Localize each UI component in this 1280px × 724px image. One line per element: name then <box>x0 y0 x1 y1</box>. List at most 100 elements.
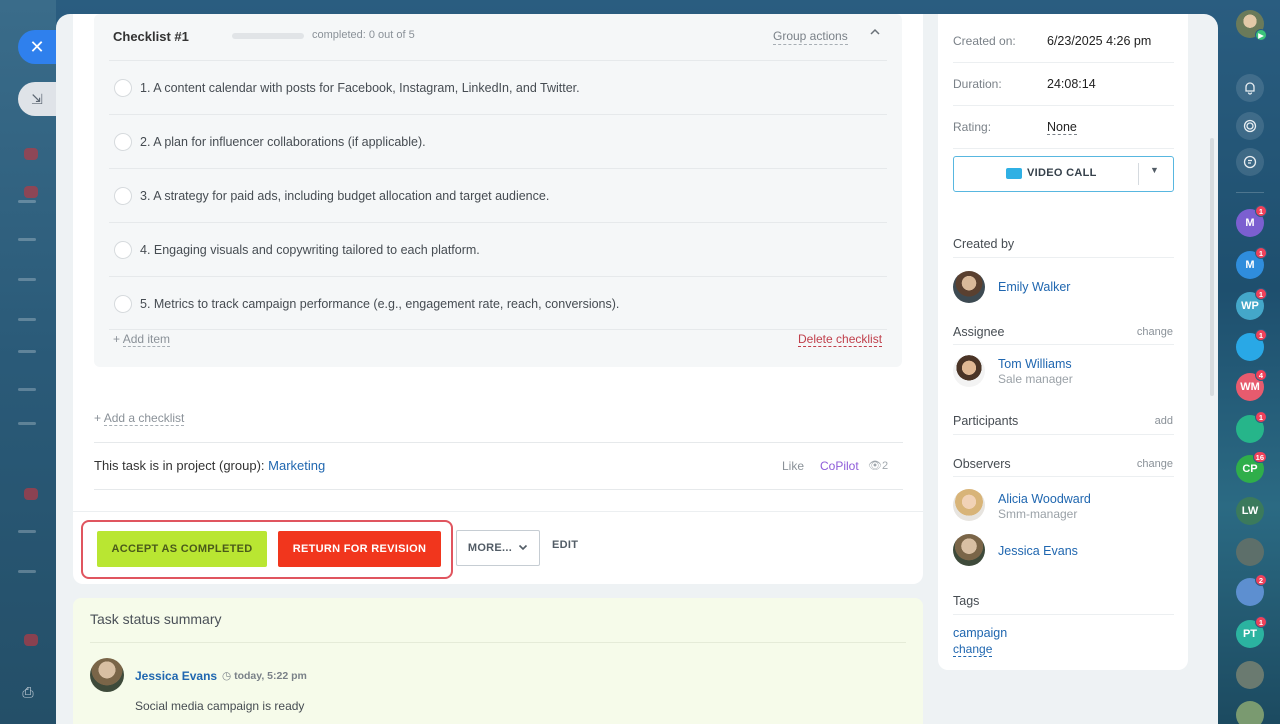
checklist-item-text[interactable]: 4. Engaging visuals and copywriting tail… <box>140 243 480 257</box>
printer-icon[interactable]: ⎙ <box>18 684 38 704</box>
checklist-item-text[interactable]: 1. A content calendar with posts for Fac… <box>140 81 580 95</box>
unread-badge: 1 <box>1255 247 1267 259</box>
checklist-item: 4. Engaging visuals and copywriting tail… <box>109 222 887 276</box>
checklist-item: 1. A content calendar with posts for Fac… <box>109 60 887 114</box>
unread-badge: 1 <box>1255 411 1267 423</box>
rail-chat-avatar[interactable] <box>1236 701 1264 724</box>
chat-icon[interactable] <box>1236 148 1264 176</box>
observer-role: Smm-manager <box>998 507 1078 521</box>
checklist-item-text[interactable]: 2. A plan for influencer collaborations … <box>140 135 426 149</box>
rail-chat-avatar[interactable]: 1 <box>1236 329 1267 361</box>
add-item-link[interactable]: + Add item <box>113 332 171 347</box>
tags-title: Tags <box>953 594 980 608</box>
rail-chat-avatar[interactable]: CP 16 <box>1236 451 1267 483</box>
chevron-down-icon[interactable]: ▼ <box>1150 165 1159 175</box>
divider <box>90 642 906 643</box>
checklist-item-checkbox[interactable] <box>114 187 132 205</box>
created-by-name[interactable]: Emily Walker <box>998 280 1070 294</box>
observers-change-link[interactable]: change <box>1137 458 1173 470</box>
delete-checklist-link[interactable]: Delete checklist <box>798 332 883 347</box>
video-call-label: VIDEO CALL <box>1027 167 1097 179</box>
rail-chat-initials: CP <box>1242 463 1258 475</box>
edit-button[interactable]: EDIT <box>552 539 578 551</box>
observer-name[interactable]: Jessica Evans <box>998 544 1078 558</box>
task-sidebar: Created on: 6/23/2025 4:26 pm Duration: … <box>938 14 1188 670</box>
rating-value[interactable]: None <box>1047 120 1077 135</box>
add-checklist-label: Add a checklist <box>103 411 185 426</box>
accept-as-completed-button[interactable]: ACCEPT AS COMPLETED <box>97 531 267 567</box>
rail-chat-avatar[interactable]: 2 <box>1236 574 1267 606</box>
add-checklist-link[interactable]: + Add a checklist <box>94 411 185 426</box>
tag-campaign[interactable]: campaign <box>953 626 1007 640</box>
tags-change-link[interactable]: change <box>953 642 993 657</box>
avatar[interactable] <box>953 489 985 521</box>
rail-chat-initials: WP <box>1241 300 1259 312</box>
more-label: MORE... <box>467 542 513 554</box>
rail-chat-initials: M <box>1245 259 1255 271</box>
strip-bar <box>18 530 36 533</box>
copilot-link[interactable]: CoPilot <box>820 459 859 473</box>
summary-author[interactable]: Jessica Evans <box>135 669 217 683</box>
checklist-item-checkbox[interactable] <box>114 79 132 97</box>
strip-bar <box>18 278 36 281</box>
created-on-label: Created on: <box>953 34 1016 48</box>
observer-name[interactable]: Alicia Woodward <box>998 492 1091 506</box>
avatar[interactable] <box>90 658 124 692</box>
video-call-button[interactable]: VIDEO CALL ▼ <box>953 156 1174 192</box>
rating-row: Rating: None <box>953 106 1174 149</box>
checklist-item-checkbox[interactable] <box>114 133 132 151</box>
rail-chat-avatar[interactable]: 1 <box>1236 411 1267 443</box>
checklist-progress-text: completed: 0 out of 5 <box>312 29 415 41</box>
rail-chat-avatar[interactable]: M1 <box>1236 205 1267 237</box>
return-for-revision-button[interactable]: RETURN FOR REVISION <box>278 531 441 567</box>
project-link[interactable]: Marketing <box>268 458 325 473</box>
checklist-item-text[interactable]: 5. Metrics to track campaign performance… <box>140 297 619 311</box>
play-icon: ▶ <box>1255 29 1267 41</box>
summary-text: Social media campaign is ready <box>135 699 305 713</box>
rail-chat-avatar[interactable] <box>1236 538 1264 566</box>
views-value: 2 <box>881 460 889 472</box>
strip-badge <box>24 634 38 646</box>
checklist-item-checkbox[interactable] <box>114 241 132 259</box>
rail-chat-avatar[interactable]: PT 1 <box>1236 616 1267 648</box>
strip-badge <box>24 148 38 160</box>
avatar[interactable] <box>953 534 985 566</box>
observers-title: Observers <box>953 457 1011 471</box>
close-icon[interactable]: ✕ <box>18 30 56 64</box>
assignee-title: Assignee <box>953 325 1005 339</box>
views-count: 👁2 <box>868 459 888 472</box>
chevron-down-icon <box>518 542 528 555</box>
like-link[interactable]: Like <box>782 459 804 473</box>
user-avatar[interactable]: ▶ <box>1236 10 1267 41</box>
checklist-item-text[interactable]: 3. A strategy for paid ads, including bu… <box>140 189 549 203</box>
chevron-up-icon[interactable] <box>869 26 883 40</box>
checklist-progress-bar <box>232 33 304 39</box>
minimize-icon[interactable]: ⇲ <box>18 82 56 116</box>
assignee-change-link[interactable]: change <box>1137 326 1173 338</box>
bell-icon[interactable] <box>1236 74 1264 102</box>
group-actions-link[interactable]: Group actions <box>773 29 848 45</box>
duration-row: Duration: 24:08:14 <box>953 63 1174 106</box>
rail-chat-avatar[interactable]: LW <box>1236 497 1264 525</box>
task-sheet: Checklist #1 completed: 0 out of 5 Group… <box>56 14 1218 724</box>
project-line: This task is in project (group): Marketi… <box>94 458 325 473</box>
rail-chat-avatar[interactable]: WP 1 <box>1236 288 1267 320</box>
rail-chat-avatar[interactable]: WM 4 <box>1236 369 1267 401</box>
checklist-item-checkbox[interactable] <box>114 295 132 313</box>
assignee-name[interactable]: Tom Williams <box>998 357 1072 371</box>
video-camera-icon <box>1006 168 1022 179</box>
checklist-header: Checklist #1 completed: 0 out of 5 Group… <box>94 14 902 60</box>
avatar[interactable] <box>953 271 985 303</box>
participants-add-link[interactable]: add <box>1155 415 1173 427</box>
rail-chat-avatar[interactable]: M1 <box>1236 247 1267 279</box>
scrollbar[interactable] <box>1210 138 1214 396</box>
summary-time: ◷ today, 5:22 pm <box>222 670 307 682</box>
clock-icon: ◷ <box>222 670 232 682</box>
rail-chat-initials: WM <box>1240 381 1260 393</box>
avatar[interactable] <box>953 355 985 387</box>
rail-chat-avatar[interactable] <box>1236 661 1264 689</box>
activity-icon[interactable] <box>1236 112 1264 140</box>
task-content-card: Checklist #1 completed: 0 out of 5 Group… <box>73 14 923 584</box>
more-button[interactable]: MORE... <box>456 530 540 566</box>
strip-bar <box>18 238 36 241</box>
